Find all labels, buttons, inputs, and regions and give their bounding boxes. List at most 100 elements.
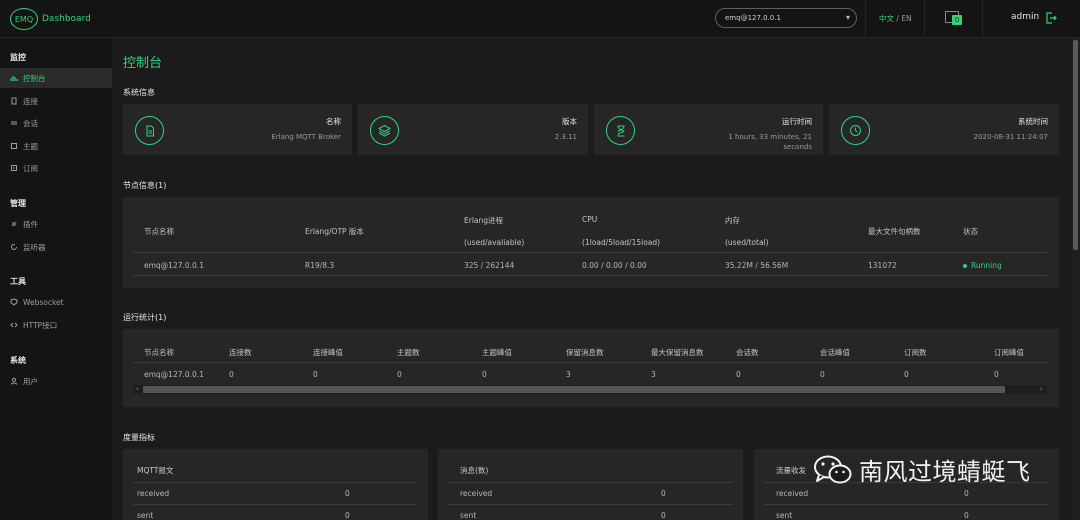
node-name[interactable]: emq@127.0.0.1 [144, 261, 204, 270]
metric-value: 0 [345, 511, 350, 520]
hourglass-icon [606, 116, 635, 145]
col-header: 状态 [963, 227, 978, 236]
metric-card-title: MQTT报文 [137, 466, 174, 475]
metric-label: received [137, 489, 170, 498]
sidebar-item-topics[interactable]: 主题 [0, 136, 112, 156]
logo-text: Dashboard [42, 14, 91, 24]
language-switch[interactable]: 中文 / EN [879, 13, 912, 24]
scroll-left-icon[interactable]: ‹ [136, 385, 139, 393]
header-divider [865, 0, 866, 38]
row-divider [448, 504, 733, 505]
memory: 35.22M / 56.56M [725, 261, 789, 270]
sidebar-item-label: 会话 [23, 118, 38, 128]
stat-value: 3 [566, 370, 571, 379]
scrollbar-thumb[interactable] [143, 386, 1005, 393]
col-header: 最大保留消息数 [651, 348, 704, 357]
page-title: 控制台 [123, 56, 163, 71]
col-header: 节点名称 [144, 227, 174, 236]
node-select[interactable]: emq@127.0.0.1 ▾ [715, 8, 857, 28]
col-header: 内存 [725, 216, 740, 225]
row-divider [448, 482, 733, 483]
lang-separator: / [896, 14, 899, 23]
hash-icon [10, 142, 18, 150]
metric-card-messages: 消息(数) received 0 sent 0 [438, 449, 743, 520]
system-info-title: 系统信息 [123, 88, 155, 97]
vertical-scrollbar-thumb[interactable] [1073, 40, 1078, 250]
otp-version: R19/8.3 [305, 261, 335, 270]
sidebar-item-label: 监听器 [23, 242, 46, 252]
sidebar-item-label: 用户 [23, 376, 38, 386]
stat-value: 3 [651, 370, 656, 379]
sidebar: 监控 控制台 连接 会话 主题 订阅 管理 插件 监听器 工具 Websocke… [0, 38, 112, 520]
sidebar-item-subscriptions[interactable]: 订阅 [0, 158, 112, 178]
info-label: 运行时间 [782, 117, 812, 126]
row-divider [133, 504, 416, 505]
max-fds: 131072 [868, 261, 897, 270]
sidebar-item-http-api[interactable]: HTTP接口 [0, 315, 112, 335]
device-icon [10, 97, 18, 105]
stat-value: 0 [229, 370, 234, 379]
sidebar-item-listeners[interactable]: 监听器 [0, 237, 112, 257]
sidebar-item-connections[interactable]: 连接 [0, 91, 112, 111]
sidebar-item-plugins[interactable]: 插件 [0, 214, 112, 234]
col-header: Erlang进程 [464, 216, 504, 225]
col-subheader: (used/total) [725, 238, 769, 247]
row-divider [764, 504, 1049, 505]
scroll-right-icon[interactable]: › [1040, 385, 1043, 393]
metric-label: received [776, 489, 809, 498]
col-header: 保留消息数 [566, 348, 604, 357]
sidebar-item-sessions[interactable]: 会话 [0, 113, 112, 133]
sidebar-item-label: 订阅 [23, 163, 38, 173]
col-header: 会话峰值 [820, 348, 850, 357]
nodes-title: 节点信息(1) [123, 181, 167, 190]
lang-en[interactable]: EN [901, 14, 911, 23]
sidebar-item-label: 控制台 [23, 73, 46, 83]
sidebar-item-users[interactable]: 用户 [0, 371, 112, 391]
stat-value: 0 [904, 370, 909, 379]
info-value: 2.3.11 [554, 133, 577, 141]
metric-label: sent [137, 511, 154, 520]
logout-icon[interactable] [1045, 12, 1057, 24]
lang-zh[interactable]: 中文 [879, 14, 894, 23]
node-name[interactable]: emq@127.0.0.1 [144, 370, 204, 379]
stat-value: 0 [736, 370, 741, 379]
plug-icon [10, 220, 18, 228]
metric-label: received [460, 489, 493, 498]
col-header: 连接数 [229, 348, 252, 357]
sidebar-item-label: Websocket [23, 297, 64, 307]
metric-value: 0 [661, 489, 666, 498]
sidebar-group-tools: 工具 [10, 277, 26, 286]
metric-card-title: 流量收发 [776, 466, 806, 475]
status-badge: Running [963, 261, 1002, 270]
metric-value: 0 [661, 511, 666, 520]
status-text: Running [971, 261, 1002, 270]
col-header: CPU [582, 215, 598, 224]
col-header: 会话数 [736, 348, 759, 357]
swap-icon [10, 119, 18, 127]
metric-card-mqtt: MQTT报文 received 0 sent 0 [123, 449, 428, 520]
sidebar-item-label: HTTP接口 [23, 320, 58, 330]
info-value: 2020-08-31 11:24:07 [973, 133, 1048, 141]
col-header: 连接峰值 [313, 348, 343, 357]
col-header: 订阅峰值 [994, 348, 1024, 357]
erlang-processes: 325 / 262144 [464, 261, 515, 270]
logo[interactable]: EMQ Dashboard [10, 7, 91, 31]
user-name[interactable]: admin [1011, 12, 1039, 22]
col-header: 主题数 [397, 348, 420, 357]
header-divider [982, 0, 983, 38]
row-divider [133, 362, 1047, 363]
bar-chart-icon [10, 74, 18, 82]
info-value: 1 hours, 33 minutes, 21 seconds [728, 133, 812, 151]
notification-badge: 0 [952, 15, 962, 25]
watermark: 南风过境蜻蜓飞 [813, 452, 1031, 487]
sidebar-item-websocket[interactable]: Websocket [0, 292, 112, 312]
col-header: 节点名称 [144, 348, 174, 357]
metric-label: sent [460, 511, 477, 520]
info-label: 名称 [326, 117, 341, 126]
info-card-name: 名称 Erlang MQTT Broker [123, 104, 352, 155]
refresh-icon [10, 243, 18, 251]
sidebar-item-dashboard[interactable]: 控制台 [0, 68, 112, 88]
code-icon [10, 321, 18, 329]
document-icon [135, 116, 164, 145]
metrics-title: 度量指标 [123, 433, 155, 442]
